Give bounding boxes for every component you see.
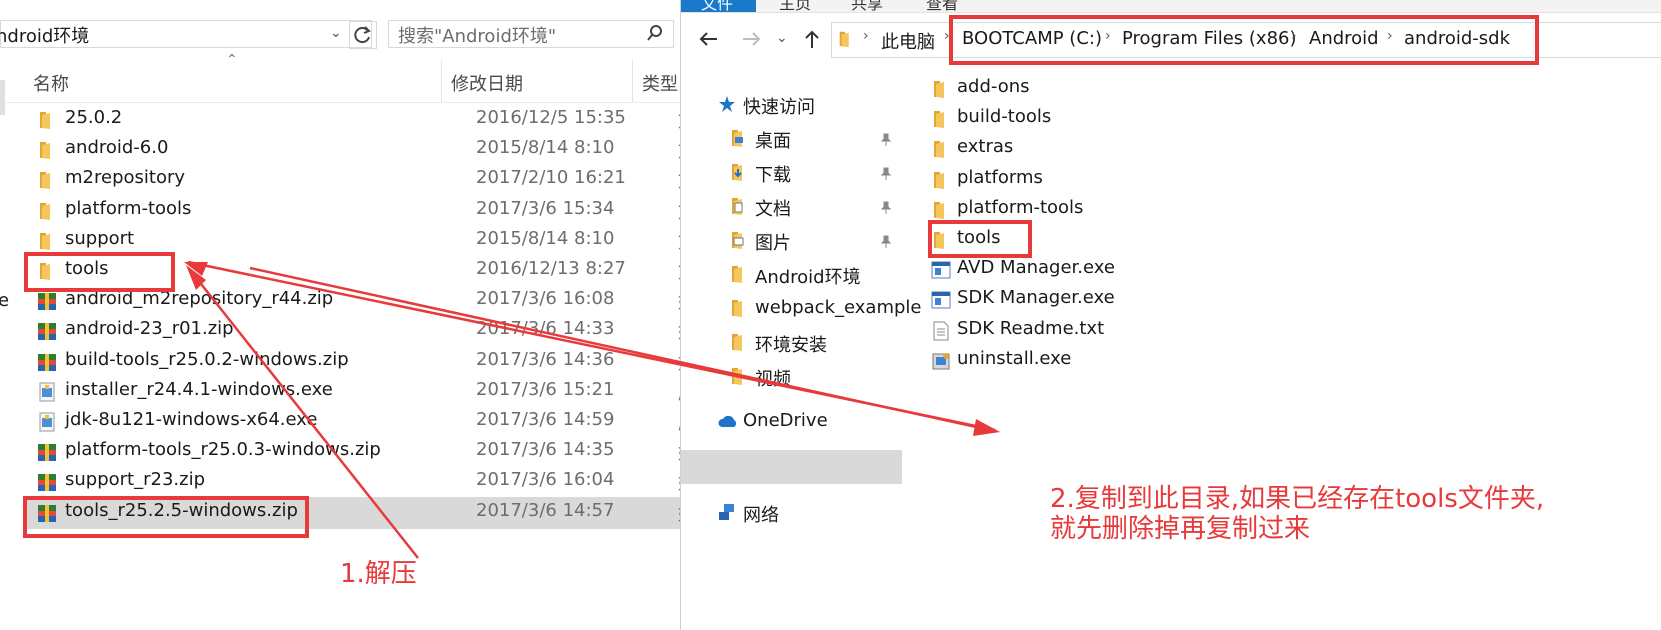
annotation-step2-line2: 就先删除掉再复制过来: [1050, 514, 1311, 544]
annotation-arrow-to-tools: [184, 260, 996, 432]
annotation-step1: 1.解压: [340, 559, 417, 589]
